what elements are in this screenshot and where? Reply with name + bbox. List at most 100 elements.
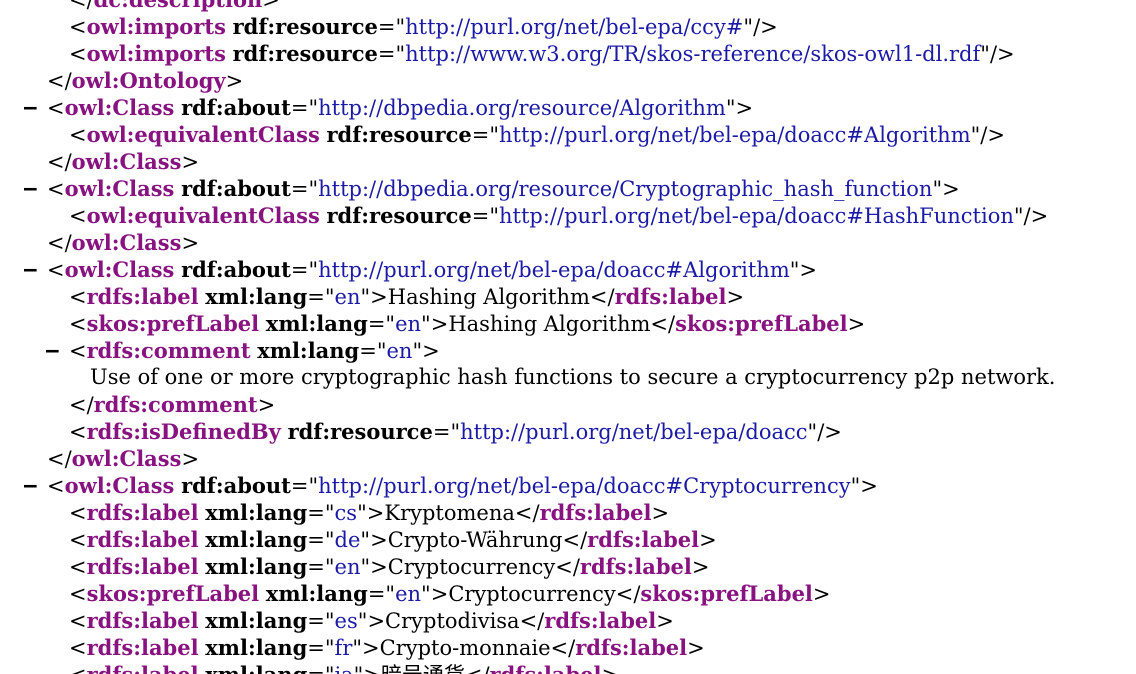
- markup-punctuation: =": [290, 474, 319, 498]
- xml-attribute-value: http://purl.org/net/bel-epa/doacc#Algori…: [318, 258, 790, 282]
- markup-punctuation: =": [367, 312, 396, 336]
- xml-attribute-name: rdf:about: [181, 473, 291, 498]
- xml-attribute-value: http://dbpedia.org/resource/Algorithm: [318, 96, 726, 120]
- text-content: 暗号通貨: [381, 663, 465, 674]
- markup-punctuation: >: [370, 528, 388, 552]
- xml-tag-name: owl:Class: [71, 149, 182, 174]
- markup-punctuation: </: [69, 0, 94, 12]
- markup-punctuation: <: [69, 285, 87, 309]
- markup-punctuation: <: [69, 582, 87, 606]
- xml-attribute-value: http://purl.org/net/bel-epa/doacc: [460, 420, 808, 444]
- markup-punctuation: =": [307, 663, 334, 674]
- xml-attribute-name: rdf:resource: [326, 203, 472, 228]
- markup-punctuation: >: [430, 312, 449, 336]
- xml-tag-name: skos:prefLabel: [86, 581, 260, 606]
- markup-punctuation: ": [357, 501, 367, 525]
- xml-tag-name: rdfs:comment: [86, 338, 251, 363]
- markup-punctuation: ": [725, 96, 736, 120]
- markup-punctuation: </: [69, 393, 94, 417]
- xml-attribute-name: xml:lang: [265, 581, 368, 606]
- xml-line: </owl:Ontology>: [0, 67, 1136, 94]
- markup-punctuation: <: [69, 636, 87, 660]
- xml-attribute-name: xml:lang: [205, 662, 307, 674]
- xml-line: <rdfs:isDefinedBy rdf:resource="http://p…: [0, 418, 1136, 445]
- xml-attribute-name: xml:lang: [205, 635, 308, 660]
- markup-punctuation: <: [69, 123, 87, 147]
- markup-punctuation: ": [412, 339, 423, 363]
- markup-punctuation: <: [69, 528, 87, 552]
- markup-punctuation: >: [367, 609, 386, 633]
- xml-line: </owl:Class>: [0, 148, 1136, 175]
- xml-tag-name: dc:description: [94, 0, 263, 12]
- markup-punctuation: <: [69, 420, 87, 444]
- xml-line: <rdfs:label xml:lang="en">Cryptocurrency…: [0, 553, 1136, 580]
- collapse-toggle-icon[interactable]: –: [24, 175, 37, 202]
- xml-attribute-value: en: [334, 285, 361, 309]
- markup-punctuation: ": [360, 555, 371, 579]
- xml-tag-name: rdfs:label: [490, 662, 602, 674]
- text-content: Hashing Algorithm: [387, 285, 590, 309]
- collapse-toggle-icon[interactable]: –: [24, 256, 37, 283]
- xml-line: <skos:prefLabel xml:lang="en">Cryptocurr…: [0, 580, 1136, 607]
- xml-line: </owl:Class>: [0, 229, 1136, 256]
- markup-punctuation: >: [363, 663, 381, 674]
- markup-punctuation: =": [307, 528, 335, 552]
- xml-tag-name: owl:equivalentClass: [86, 203, 320, 228]
- markup-punctuation: <: [69, 339, 87, 363]
- markup-punctuation: />: [980, 123, 1005, 147]
- markup-punctuation: />: [989, 42, 1015, 66]
- markup-punctuation: </: [562, 528, 588, 552]
- markup-punctuation: <: [69, 663, 87, 674]
- xml-attribute-name: xml:lang: [205, 554, 308, 579]
- markup-punctuation: </: [650, 312, 676, 336]
- xml-attribute-value: cs: [334, 501, 358, 525]
- markup-punctuation: ": [850, 474, 861, 498]
- markup-punctuation: <: [69, 501, 87, 525]
- markup-punctuation: =": [290, 177, 319, 201]
- markup-punctuation: >: [735, 96, 754, 120]
- markup-punctuation: =": [377, 15, 406, 39]
- xml-line: <rdfs:label xml:lang="fr">Crypto-monnaie…: [0, 634, 1136, 661]
- xml-tag-name: owl:Class: [64, 257, 175, 282]
- xml-tag-name: owl:Class: [64, 95, 175, 120]
- xml-line: <rdfs:label xml:lang="de">Crypto-Währung…: [0, 526, 1136, 553]
- xml-attribute-name: rdf:resource: [326, 122, 472, 147]
- markup-punctuation: ": [421, 582, 431, 606]
- markup-punctuation: ": [807, 420, 818, 444]
- markup-punctuation: />: [753, 15, 778, 39]
- markup-punctuation: =": [432, 420, 461, 444]
- xml-line: – <owl:Class rdf:about="http://purl.org/n…: [0, 472, 1136, 499]
- xml-tag-name: owl:Ontology: [71, 68, 226, 93]
- markup-punctuation: >: [799, 258, 818, 282]
- xml-line: <owl:equivalentClass rdf:resource="http:…: [0, 202, 1136, 229]
- markup-punctuation: =": [290, 96, 319, 120]
- markup-punctuation: >: [602, 663, 620, 674]
- xml-attribute-value: http://purl.org/net/bel-epa/doacc#HashFu…: [499, 204, 1014, 228]
- markup-punctuation: ": [932, 177, 943, 201]
- xml-tag-name: rdfs:label: [587, 527, 700, 552]
- markup-punctuation: ": [352, 636, 363, 660]
- xml-line: – <rdfs:comment xml:lang="en">: [0, 337, 1136, 364]
- markup-punctuation: >: [370, 285, 388, 309]
- markup-punctuation: >: [257, 393, 276, 417]
- markup-punctuation: >: [860, 474, 878, 498]
- markup-punctuation: >: [430, 582, 449, 606]
- xml-attribute-value: en: [395, 312, 422, 336]
- xml-line: <rdfs:label xml:lang="en">Hashing Algori…: [0, 283, 1136, 310]
- collapse-toggle-icon[interactable]: –: [24, 94, 37, 121]
- xml-tag-name: owl:imports: [86, 41, 226, 66]
- markup-punctuation: ": [743, 15, 754, 39]
- xml-tag-name: rdfs:isDefinedBy: [86, 419, 281, 444]
- collapse-toggle-icon[interactable]: –: [46, 337, 59, 364]
- xml-tag-name: rdfs:label: [86, 527, 199, 552]
- xml-tag-name: owl:Class: [71, 446, 182, 471]
- xml-attribute-value: http://purl.org/net/bel-epa/doacc#Algori…: [499, 123, 971, 147]
- xml-tag-name: rdfs:comment: [93, 392, 258, 417]
- markup-punctuation: ": [421, 312, 431, 336]
- text-content: Cryptocurrency: [448, 582, 616, 606]
- xml-tag-name: rdfs:label: [539, 500, 652, 525]
- text-content: Cryptocurrency: [387, 555, 556, 579]
- markup-punctuation: =": [307, 285, 335, 309]
- markup-punctuation: <: [69, 42, 87, 66]
- collapse-toggle-icon[interactable]: –: [24, 472, 37, 499]
